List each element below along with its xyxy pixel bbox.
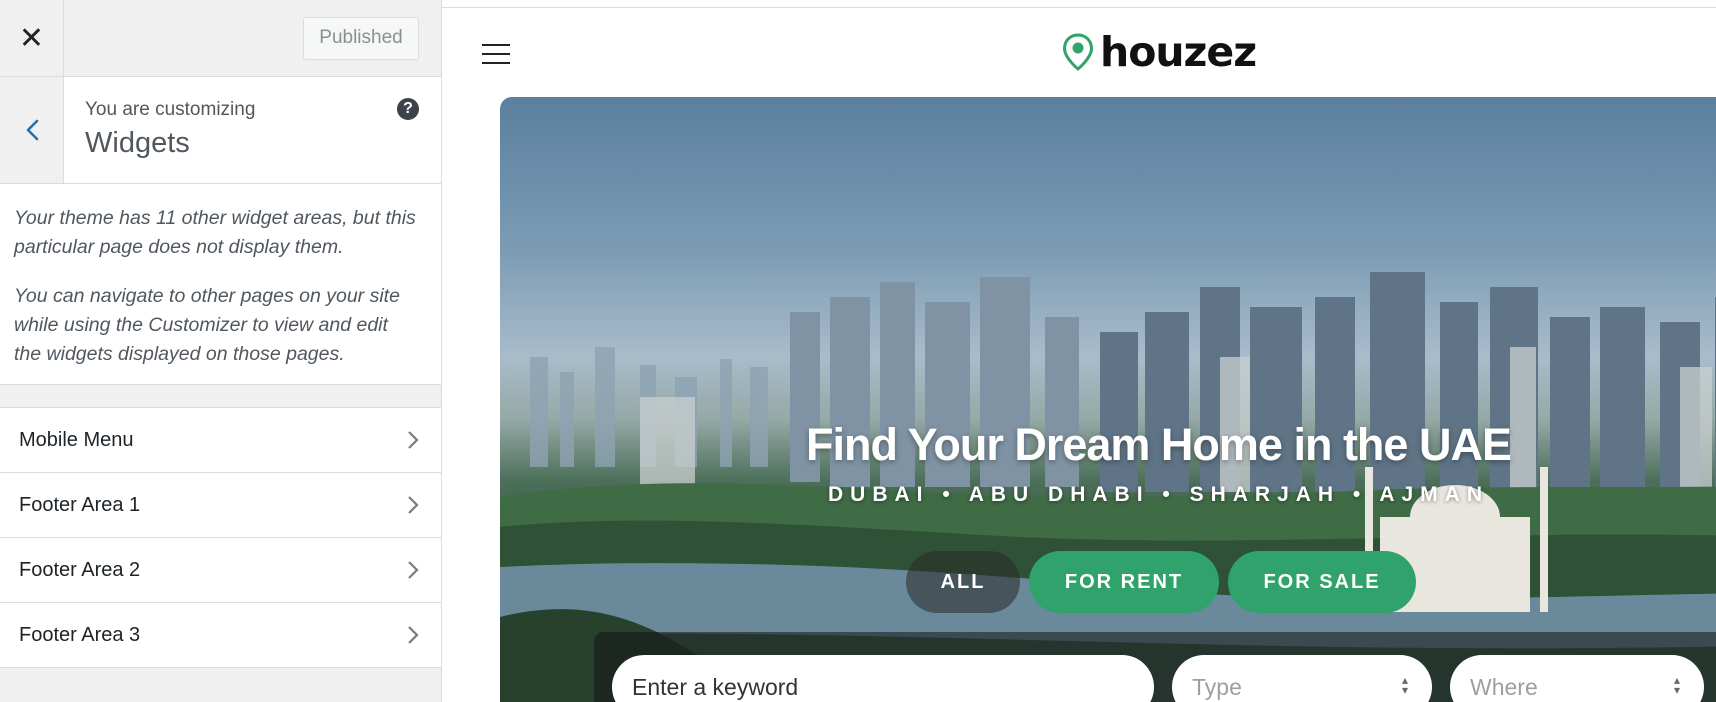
- help-icon[interactable]: ?: [397, 98, 419, 120]
- hero-banner: Find Your Dream Home in the UAE DUBAI • …: [500, 97, 1716, 702]
- widget-section-list: Mobile Menu Footer Area 1 Footer Area 2 …: [0, 407, 441, 668]
- customizing-title: Widgets: [85, 127, 190, 159]
- section-label: Footer Area 3: [19, 623, 141, 646]
- section-footer-area-3[interactable]: Footer Area 3: [0, 603, 441, 668]
- keyword-input[interactable]: Enter a keyword: [612, 655, 1154, 702]
- customizer-sidebar: ✕ Published You are customizing Widgets …: [0, 0, 442, 702]
- hero-title: Find Your Dream Home in the UAE: [806, 419, 1512, 470]
- customizing-info: You are customizing Widgets ?: [64, 77, 441, 183]
- chevron-right-icon: [408, 626, 419, 644]
- customizing-label: You are customizing: [85, 99, 256, 120]
- hamburger-menu-icon[interactable]: [482, 44, 510, 64]
- customizer-screen: ✕ Published You are customizing Widgets …: [0, 0, 1716, 702]
- topbar-actions: Published: [64, 0, 441, 76]
- chevron-right-icon: [408, 431, 419, 449]
- section-label: Footer Area 1: [19, 493, 141, 516]
- hero-subtitle: DUBAI • ABU DHABI • SHARJAH • AJMAN: [827, 483, 1489, 506]
- chevron-right-icon: [408, 561, 419, 579]
- preview-top-border: [442, 7, 1716, 8]
- where-select[interactable]: Where ▴ ▾: [1450, 655, 1704, 702]
- type-select[interactable]: Type ▴ ▾: [1172, 655, 1432, 702]
- logo-text: houzez: [1100, 28, 1257, 76]
- close-icon: ✕: [18, 22, 45, 55]
- back-button[interactable]: [0, 77, 64, 183]
- search-bar: Enter a keyword Type ▴ ▾ Where ▴ ▾: [594, 632, 1716, 702]
- section-label: Footer Area 2: [19, 558, 141, 581]
- select-arrows-icon: ▴ ▾: [1401, 673, 1408, 697]
- section-footer-area-2[interactable]: Footer Area 2: [0, 538, 441, 603]
- where-select-label: Where: [1470, 673, 1538, 700]
- section-mobile-menu[interactable]: Mobile Menu: [0, 408, 441, 473]
- site-preview: houzez Find Your Dream Home in the UAE D…: [442, 0, 1716, 702]
- widget-areas-notice: Your theme has 11 other widget areas, bu…: [0, 184, 441, 385]
- status-tabs: ALL FOR RENT FOR SALE: [906, 551, 1416, 613]
- site-logo[interactable]: houzez: [1062, 28, 1257, 76]
- tab-for-sale[interactable]: FOR SALE: [1228, 551, 1416, 613]
- notice-text-2: You can navigate to other pages on your …: [14, 285, 400, 365]
- close-customizer-button[interactable]: ✕: [0, 0, 64, 77]
- published-button[interactable]: Published: [303, 16, 419, 60]
- customizing-header: You are customizing Widgets ?: [0, 77, 441, 184]
- customizer-topbar: ✕ Published: [0, 0, 441, 77]
- notice-text-1: Your theme has 11 other widget areas, bu…: [14, 207, 416, 258]
- tab-for-rent[interactable]: FOR RENT: [1029, 551, 1219, 613]
- section-label: Mobile Menu: [19, 428, 134, 451]
- select-arrows-icon: ▴ ▾: [1673, 673, 1680, 697]
- chevron-right-icon: [408, 496, 419, 514]
- chevron-left-icon: [26, 119, 38, 141]
- tab-all[interactable]: ALL: [906, 551, 1020, 613]
- section-footer-area-1[interactable]: Footer Area 1: [0, 473, 441, 538]
- location-pin-icon: [1062, 33, 1094, 71]
- type-select-label: Type: [1192, 673, 1242, 700]
